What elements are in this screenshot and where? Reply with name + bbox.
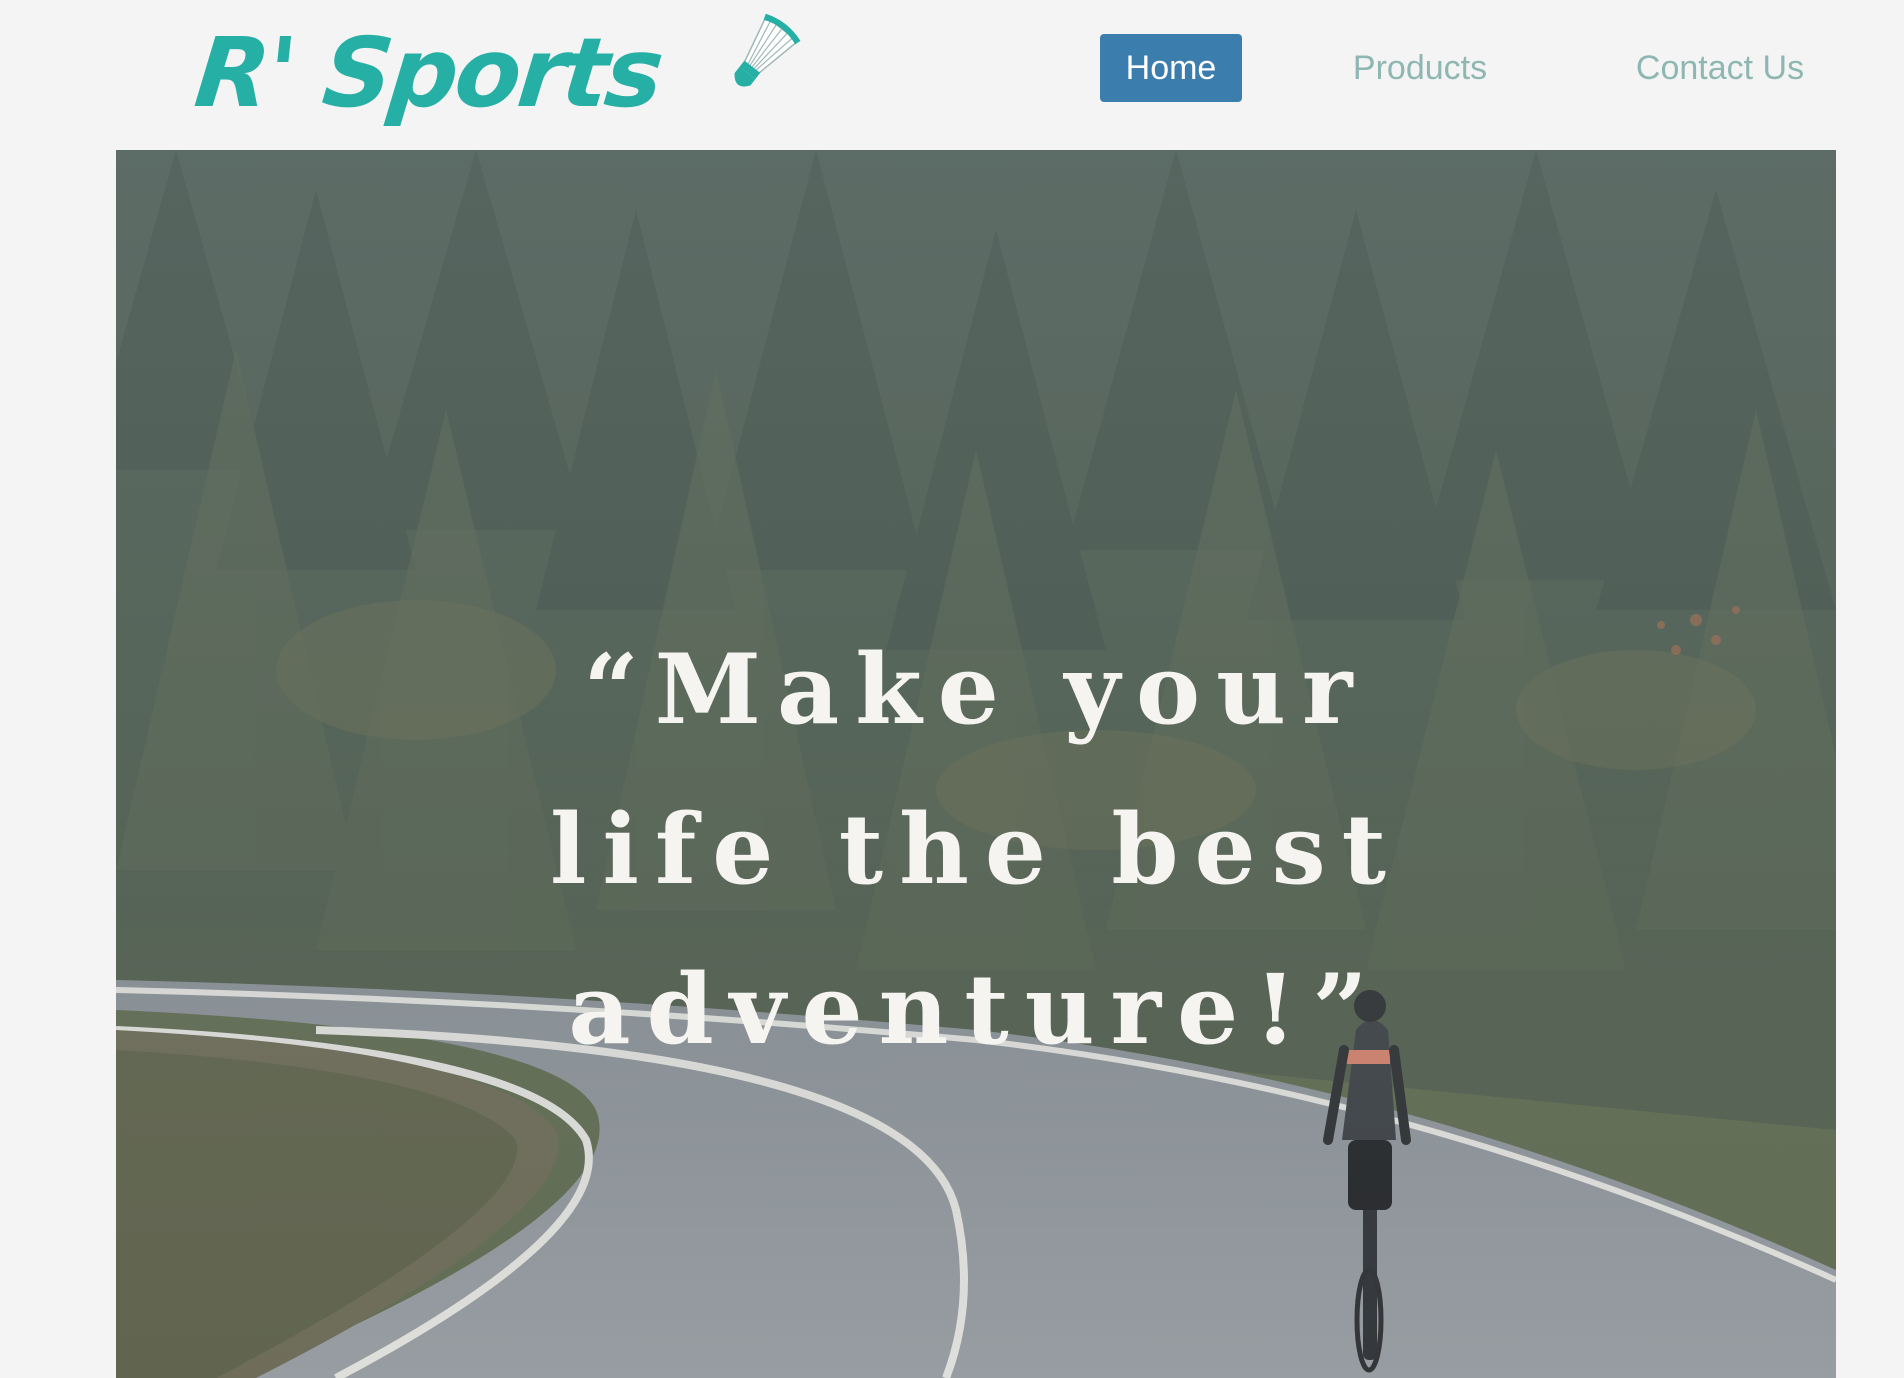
nav-home[interactable]: Home bbox=[1100, 34, 1242, 102]
site-logo[interactable]: R' Sports bbox=[190, 12, 806, 132]
hero-quote-line-3: adventure!” bbox=[568, 953, 1384, 1066]
site-header: R' Sports Home Products Contact Us bbox=[0, 0, 1904, 150]
brand-name: R' Sports bbox=[190, 17, 666, 129]
nav-products[interactable]: Products bbox=[1330, 34, 1510, 102]
shuttlecock-icon bbox=[734, 13, 801, 87]
hero-quote: “Make your life the best adventure!” bbox=[476, 610, 1476, 1090]
main-nav: Home Products Contact Us bbox=[1100, 34, 1860, 102]
hero-banner: “Make your life the best adventure!” bbox=[116, 150, 1836, 1378]
nav-contact-us[interactable]: Contact Us bbox=[1620, 34, 1820, 102]
hero-quote-line-2: life the best bbox=[550, 793, 1402, 906]
hero-quote-line-1: “Make your bbox=[583, 633, 1369, 746]
